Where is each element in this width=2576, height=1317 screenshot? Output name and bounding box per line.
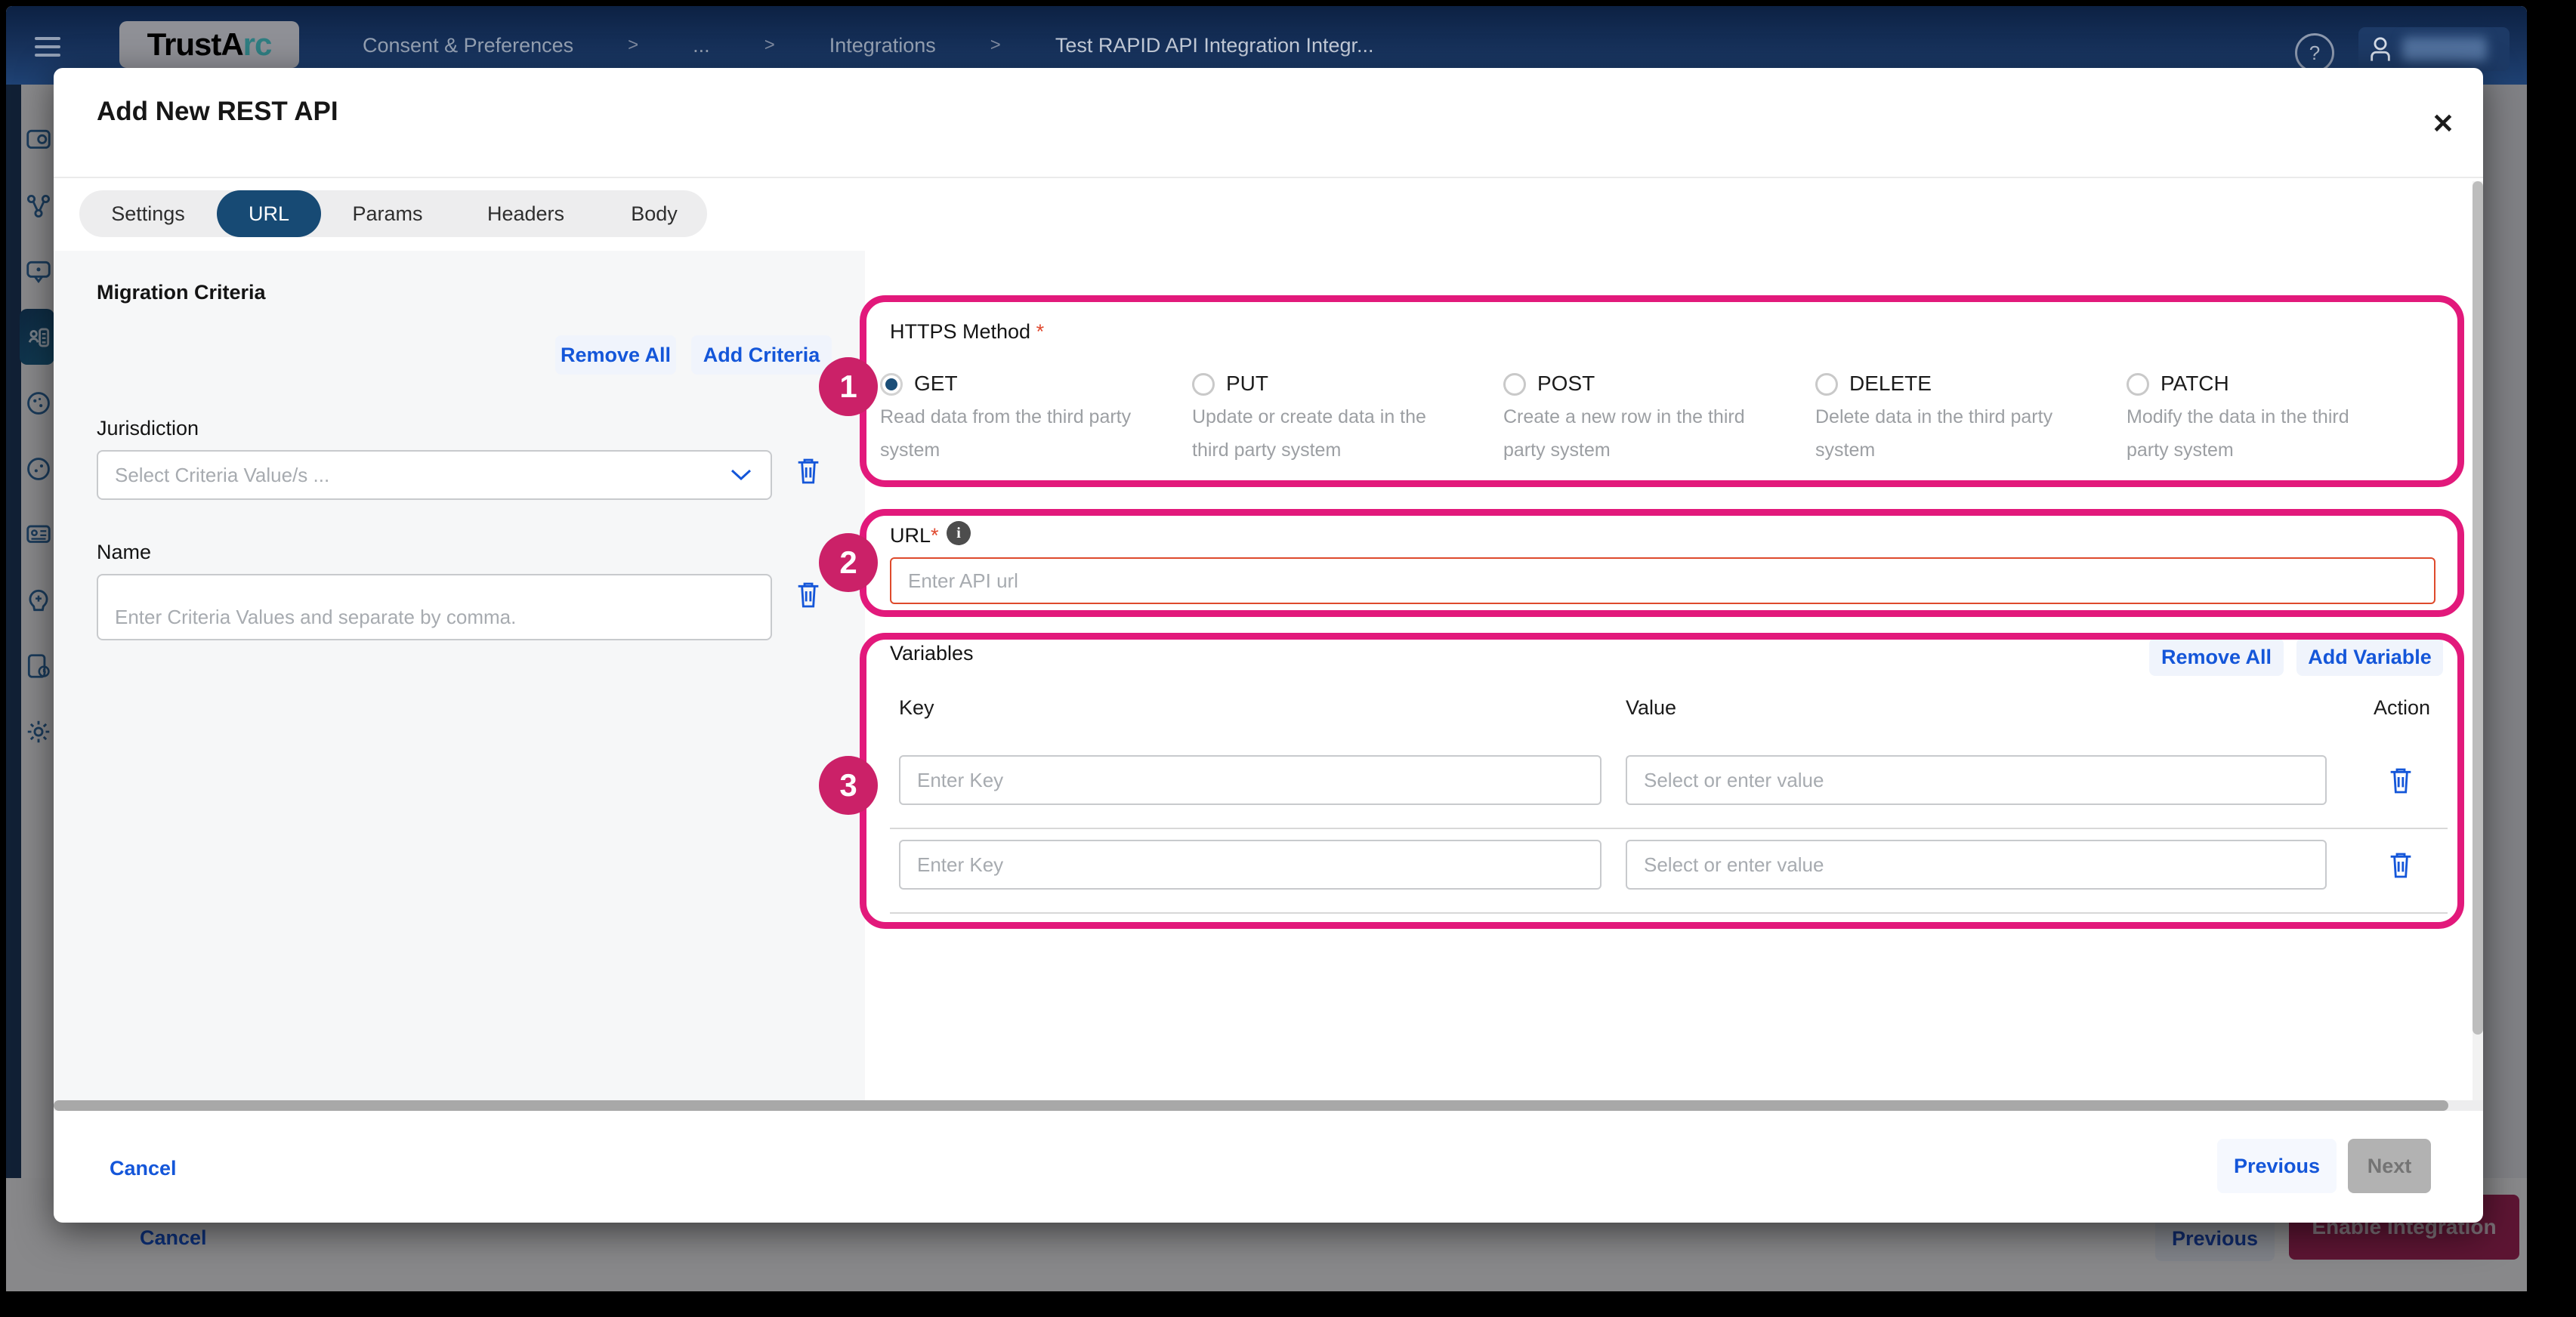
vertical-scrollbar-thumb[interactable] [2473, 181, 2483, 1035]
delete-name-criteria-icon[interactable] [793, 578, 823, 612]
trustarc-logo[interactable]: TrustArc [119, 21, 299, 68]
remove-all-criteria-button[interactable]: Remove All [555, 335, 676, 375]
tab-params[interactable]: Params [352, 190, 422, 237]
hamburger-menu-icon[interactable] [35, 32, 60, 62]
logo-text-dark: TrustA [147, 26, 243, 63]
screenshot-root: TrustArc Consent & Preferences > ... > I… [0, 0, 2576, 1317]
chevron-right-icon: > [764, 35, 775, 56]
annotation-box-1-https-method [860, 295, 2464, 487]
close-icon[interactable]: ✕ [2425, 106, 2461, 142]
horizontal-scrollbar-thumb[interactable] [54, 1100, 2448, 1111]
delete-jurisdiction-icon[interactable] [793, 455, 823, 488]
breadcrumb-consent-preferences[interactable]: Consent & Preferences [363, 34, 573, 57]
annotation-box-2-url [860, 509, 2464, 617]
logo-text-teal: rc [243, 26, 272, 63]
tab-body[interactable]: Body [631, 190, 678, 237]
cancel-button[interactable]: Cancel [110, 1157, 177, 1180]
tab-settings[interactable]: Settings [111, 190, 185, 237]
add-criteria-button[interactable]: Add Criteria [691, 335, 832, 375]
annotation-badge-2: 2 [819, 533, 878, 592]
migration-criteria-heading: Migration Criteria [97, 281, 266, 304]
breadcrumb-ellipsis[interactable]: ... [693, 34, 710, 57]
modal-title: Add New REST API [97, 97, 338, 127]
previous-button[interactable]: Previous [2217, 1139, 2337, 1193]
chevron-right-icon: > [990, 35, 1001, 56]
annotation-badge-1: 1 [819, 357, 878, 416]
user-menu[interactable] [2358, 27, 2510, 71]
chevron-down-icon[interactable] [730, 468, 752, 482]
user-name-redacted [2402, 37, 2487, 61]
name-label: Name [97, 541, 151, 564]
jurisdiction-select[interactable] [97, 450, 772, 500]
annotation-box-3-variables [860, 633, 2464, 929]
chevron-right-icon: > [628, 35, 638, 56]
tab-url[interactable]: URL [249, 190, 289, 237]
migration-criteria-panel [54, 251, 865, 1100]
breadcrumb-current-page: Test RAPID API Integration Integr... [1055, 34, 1374, 57]
jurisdiction-label: Jurisdiction [97, 417, 199, 440]
help-icon[interactable]: ? [2295, 33, 2334, 72]
annotation-badge-3: 3 [819, 756, 878, 815]
user-icon [2368, 35, 2393, 63]
breadcrumb-integrations[interactable]: Integrations [829, 34, 936, 57]
next-button-disabled[interactable]: Next [2348, 1139, 2431, 1193]
name-input[interactable] [97, 574, 772, 640]
header-divider [54, 177, 2483, 178]
tab-headers[interactable]: Headers [487, 190, 564, 237]
